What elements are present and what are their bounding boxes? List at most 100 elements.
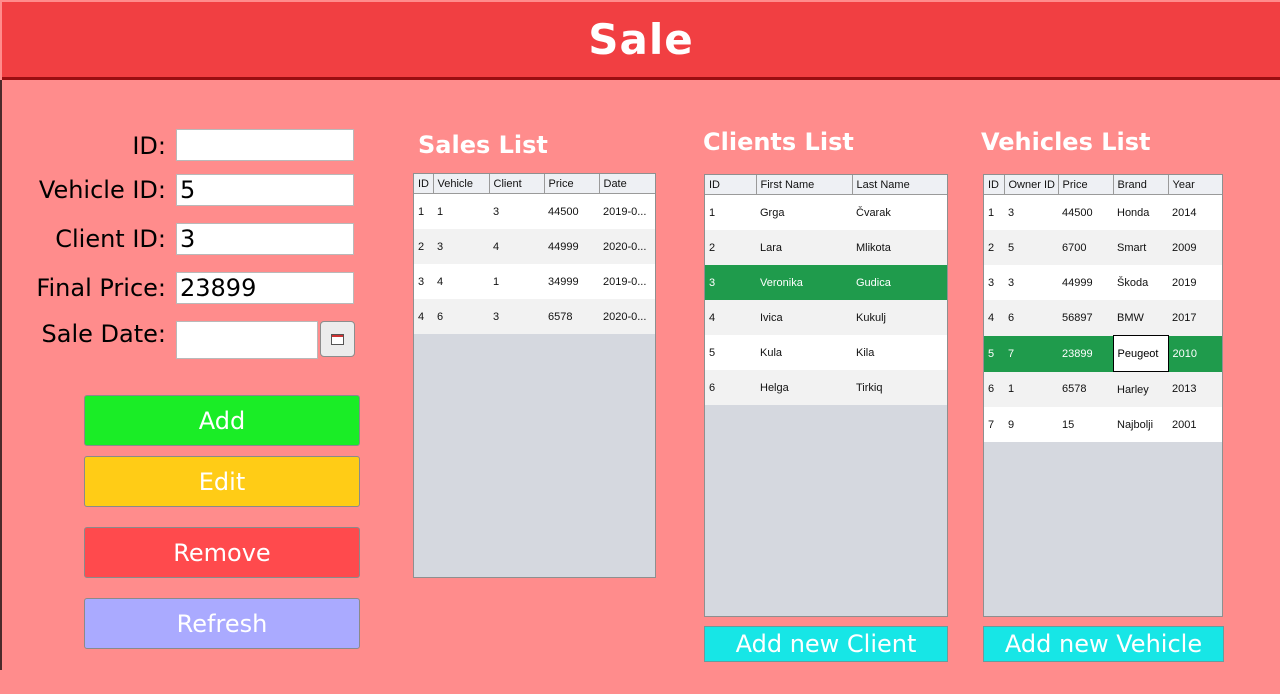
table-cell: 2010 xyxy=(1168,335,1222,372)
table-cell: 6578 xyxy=(1058,371,1113,407)
final-price-input[interactable] xyxy=(176,272,354,304)
sales-header-id[interactable]: ID xyxy=(414,174,434,194)
clients-table[interactable]: ID First Name Last Name 1 Grga Čvarak 2 Lar… xyxy=(704,174,948,617)
table-cell: 5 xyxy=(984,335,1004,372)
table-cell: 1 xyxy=(1004,371,1058,407)
sales-table[interactable]: ID Vehicle Client Price Date 1 1 3 44500 201… xyxy=(413,173,656,578)
table-cell: 2019-0... xyxy=(599,193,655,229)
sales-header-vehicle[interactable]: Vehicle xyxy=(433,174,490,194)
table-cell: Najbolji xyxy=(1113,407,1168,442)
table-cell: 44999 xyxy=(1058,265,1113,300)
table-row[interactable]: 5 Kula Kila xyxy=(705,335,947,370)
id-label: ID: xyxy=(132,132,166,160)
clients-list-title: Clients List xyxy=(703,128,854,156)
table-row[interactable]: 7 9 15 Najbolji 2001 xyxy=(984,407,1222,442)
table-row[interactable]: 3 4 1 34999 2019-0... xyxy=(414,264,655,299)
add-button[interactable]: Add xyxy=(84,395,360,446)
table-row[interactable]: 6 Helga Tirkiq xyxy=(705,370,947,405)
sales-header-price[interactable]: Price xyxy=(544,174,600,194)
vehicles-header-id[interactable]: ID xyxy=(984,175,1005,195)
table-cell: 4 xyxy=(433,264,489,299)
table-cell: 1 xyxy=(489,264,544,299)
table-cell: BMW xyxy=(1113,300,1168,336)
table-cell: 6 xyxy=(1004,300,1058,336)
table-cell: Gudica xyxy=(852,265,947,300)
table-row[interactable]: 3 3 44999 Škoda 2019 xyxy=(984,265,1222,300)
table-row[interactable]: 2 Lara Mlikota xyxy=(705,230,947,265)
table-row[interactable]: 1 3 44500 Honda 2014 xyxy=(984,194,1222,230)
table-cell: 34999 xyxy=(544,264,599,299)
table-cell-focused[interactable]: Peugeot xyxy=(1112,335,1169,372)
client-id-input[interactable] xyxy=(176,223,354,255)
table-row[interactable]: 4 6 56897 BMW 2017 xyxy=(984,300,1222,336)
table-cell: Kila xyxy=(852,335,947,370)
clients-header-id[interactable]: ID xyxy=(705,175,757,195)
table-cell: 3 xyxy=(433,229,489,264)
table-cell: Ivica xyxy=(756,300,852,335)
table-cell: 6700 xyxy=(1058,230,1113,265)
clients-header-last-name[interactable]: Last Name xyxy=(852,175,947,195)
sales-header-client[interactable]: Client xyxy=(489,174,545,194)
table-cell: 1 xyxy=(984,194,1004,230)
table-row[interactable]: 6 1 6578 Harley 2013 xyxy=(984,371,1222,407)
table-cell: Čvarak xyxy=(852,194,947,230)
table-cell: Helga xyxy=(756,370,852,405)
table-cell: Harley xyxy=(1113,371,1168,407)
table-cell: 1 xyxy=(705,194,756,230)
sale-date-input[interactable] xyxy=(176,321,318,359)
table-cell: 2 xyxy=(984,230,1004,265)
table-cell: 3 xyxy=(489,193,544,229)
vehicles-header-price[interactable]: Price xyxy=(1058,175,1114,195)
id-input[interactable] xyxy=(176,129,354,161)
vehicles-header-owner-id[interactable]: Owner ID xyxy=(1004,175,1059,195)
table-cell: 23899 xyxy=(1058,335,1113,372)
client-id-label: Client ID: xyxy=(55,225,166,253)
table-row[interactable]: 1 Grga Čvarak xyxy=(705,194,947,230)
table-cell: 5 xyxy=(705,335,756,370)
vehicles-list-title: Vehicles List xyxy=(981,128,1151,156)
table-cell: 1 xyxy=(414,193,433,229)
vehicles-header-brand[interactable]: Brand xyxy=(1113,175,1169,195)
date-picker-button[interactable] xyxy=(320,321,355,357)
table-cell: 44500 xyxy=(544,193,599,229)
table-row-selected[interactable]: 3 Veronika Gudica xyxy=(705,265,947,300)
table-cell: 3 xyxy=(1004,194,1058,230)
refresh-button[interactable]: Refresh xyxy=(84,598,360,649)
table-cell: 15 xyxy=(1058,407,1113,442)
add-new-vehicle-button[interactable]: Add new Vehicle xyxy=(983,626,1224,662)
table-cell: Grga xyxy=(756,194,852,230)
table-row-selected[interactable]: 5 7 23899 Peugeot 2010 xyxy=(984,335,1222,372)
edit-button[interactable]: Edit xyxy=(84,456,360,507)
vehicle-id-input[interactable] xyxy=(176,174,354,206)
table-cell: Lara xyxy=(756,230,852,265)
add-new-client-button[interactable]: Add new Client xyxy=(704,626,948,662)
table-cell: 6578 xyxy=(544,299,599,334)
table-cell: 4 xyxy=(489,229,544,264)
table-cell: 4 xyxy=(414,299,433,334)
table-row[interactable]: 4 6 3 6578 2020-0... xyxy=(414,299,655,334)
table-row[interactable]: 4 Ivica Kukulj xyxy=(705,300,947,335)
table-row[interactable]: 2 5 6700 Smart 2009 xyxy=(984,230,1222,265)
table-row[interactable]: 2 3 4 44999 2020-0... xyxy=(414,229,655,264)
table-cell: Mlikota xyxy=(852,230,947,265)
table-cell: Honda xyxy=(1113,194,1168,230)
table-cell: 4 xyxy=(705,300,756,335)
table-cell: 3 xyxy=(414,264,433,299)
window-edge xyxy=(0,80,2,670)
vehicles-table[interactable]: ID Owner ID Price Brand Year 1 3 44500 Hond… xyxy=(983,174,1223,617)
table-cell: 6 xyxy=(984,371,1004,407)
table-cell: 2020-0... xyxy=(599,229,655,264)
table-row[interactable]: 1 1 3 44500 2019-0... xyxy=(414,193,655,229)
table-cell: 2 xyxy=(705,230,756,265)
vehicles-header-year[interactable]: Year xyxy=(1168,175,1222,195)
table-cell: 2009 xyxy=(1168,230,1222,265)
clients-header-first-name[interactable]: First Name xyxy=(756,175,853,195)
table-cell: 9 xyxy=(1004,407,1058,442)
sales-header-date[interactable]: Date xyxy=(599,174,655,194)
table-cell: 3 xyxy=(1004,265,1058,300)
sale-date-label: Sale Date: xyxy=(41,320,166,348)
remove-button[interactable]: Remove xyxy=(84,527,360,578)
vehicle-id-label: Vehicle ID: xyxy=(38,176,166,204)
table-cell: 5 xyxy=(1004,230,1058,265)
table-cell: 7 xyxy=(1004,335,1058,372)
